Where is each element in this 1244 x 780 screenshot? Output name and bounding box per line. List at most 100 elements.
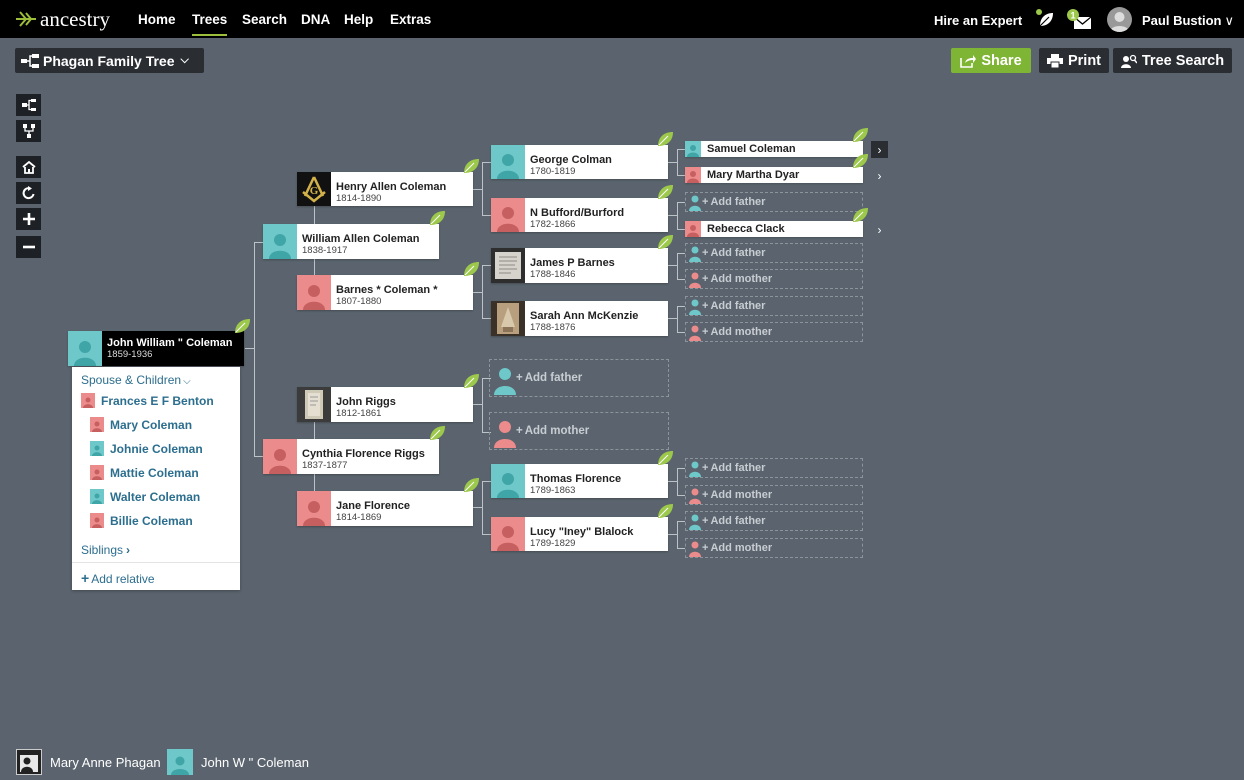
spouse-name: Frances E F Benton	[101, 393, 214, 408]
person-years: 1807-1880	[336, 296, 382, 307]
nav-search[interactable]: Search	[242, 12, 287, 27]
expand-ancestors-button[interactable]: ›	[871, 167, 888, 184]
connector	[473, 189, 482, 190]
pedigree-view-button[interactable]	[16, 94, 41, 116]
child-link[interactable]: Mattie Coleman	[90, 465, 199, 480]
messages-icon[interactable]: 1	[1067, 9, 1093, 34]
person-card-grandmother[interactable]: Barnes * Coleman * 1807-1880	[297, 275, 473, 310]
person-years: 1859-1936	[107, 349, 153, 360]
print-label: Print	[1067, 52, 1102, 69]
ancestry-logo[interactable]: ancestry	[14, 6, 110, 32]
zoom-out-button[interactable]	[16, 236, 41, 258]
nav-extras[interactable]: Extras	[390, 12, 431, 27]
expand-ancestors-button[interactable]: ›	[871, 141, 888, 158]
child-link[interactable]: Mary Coleman	[90, 417, 192, 432]
person-search-icon	[1120, 54, 1137, 68]
zoom-in-button[interactable]	[16, 208, 41, 230]
print-button[interactable]: Print	[1039, 48, 1109, 73]
person-card-father[interactable]: William Allen Coleman 1838-1917	[263, 224, 439, 259]
hint-leaf-icon[interactable]	[656, 503, 674, 519]
person-card-gen5[interactable]: Mary Martha Dyar	[685, 167, 863, 183]
hire-expert-link[interactable]: Hire an Expert	[934, 13, 1022, 28]
add-father-button[interactable]: + Add father	[685, 511, 863, 531]
hint-leaf-icon[interactable]	[462, 261, 480, 277]
add-father-button[interactable]: + Add father	[685, 243, 863, 263]
person-card-great-grandmother[interactable]: Lucy "Iney" Blalock 1789-1829	[491, 517, 668, 551]
add-relative-button[interactable]: + Add relative	[81, 570, 155, 586]
current-person-link[interactable]: John W " Coleman	[167, 749, 309, 775]
person-card-grandfather[interactable]: John Riggs 1812-1861	[297, 387, 473, 422]
person-silhouette-icon	[263, 224, 297, 259]
person-years: 1812-1861	[336, 408, 382, 419]
hint-leaf-icon[interactable]	[462, 158, 480, 174]
siblings-link[interactable]: Siblings ›	[81, 543, 130, 557]
person-card-great-grandfather[interactable]: Thomas Florence 1789-1863	[491, 464, 668, 498]
person-card-grandfather[interactable]: G Henry Allen Coleman 1814-1890	[297, 172, 473, 206]
hint-leaf-icon[interactable]	[428, 425, 446, 441]
male-silhouette-icon	[90, 489, 104, 504]
hint-leaf-icon[interactable]	[462, 477, 480, 493]
hint-leaf-icon[interactable]	[233, 318, 251, 334]
person-card-great-grandmother[interactable]: N Bufford/Burford 1782-1866	[491, 198, 668, 232]
hint-leaf-icon[interactable]	[851, 207, 869, 223]
add-mother-button[interactable]: + Add mother	[685, 485, 863, 505]
expand-ancestors-button[interactable]: ›	[871, 221, 888, 238]
hint-leaf-icon[interactable]	[656, 131, 674, 147]
connector	[677, 468, 685, 469]
connector	[314, 206, 315, 224]
hint-leaf-icon[interactable]	[656, 184, 674, 200]
child-link[interactable]: Walter Coleman	[90, 489, 200, 504]
share-button[interactable]: Share	[951, 48, 1031, 73]
reset-view-button[interactable]	[16, 182, 41, 204]
add-father-button[interactable]: + Add father	[685, 458, 863, 478]
hint-leaf-icon[interactable]	[428, 210, 446, 226]
person-name: N Bufford/Burford	[530, 207, 625, 219]
person-years: 1838-1917	[302, 245, 348, 256]
add-mother-label: Add mother	[710, 326, 773, 338]
spouse-children-toggle[interactable]: Spouse & Children ⌵	[81, 373, 191, 387]
add-father-button[interactable]: + Add father	[489, 359, 669, 397]
user-avatar[interactable]	[1107, 7, 1132, 32]
user-menu[interactable]: Paul Bustion ∨	[1142, 13, 1234, 29]
printer-icon	[1046, 53, 1063, 68]
nav-home[interactable]: Home	[138, 12, 176, 27]
person-silhouette-icon	[685, 141, 701, 157]
person-card-gen5[interactable]: Rebecca Clack	[685, 221, 863, 237]
hint-leaf-icon[interactable]	[851, 153, 869, 169]
hint-leaf-icon[interactable]	[656, 234, 674, 250]
home-person-button[interactable]	[16, 156, 41, 178]
hint-leaf-icon[interactable]	[462, 373, 480, 389]
person-card-great-grandfather[interactable]: George Colman 1780-1819	[491, 145, 668, 179]
tree-search-button[interactable]: Tree Search	[1113, 48, 1232, 73]
child-link[interactable]: Billie Coleman	[90, 513, 193, 528]
hints-leaf-icon[interactable]	[1036, 9, 1056, 32]
add-mother-button[interactable]: + Add mother	[489, 412, 669, 450]
add-mother-button[interactable]: + Add mother	[685, 538, 863, 558]
person-card-great-grandmother[interactable]: Sarah Ann McKenzie 1788-1876	[491, 301, 668, 336]
person-card-mother[interactable]: Cynthia Florence Riggs 1837-1877	[263, 439, 439, 474]
hint-leaf-icon[interactable]	[656, 450, 674, 466]
connector	[314, 474, 315, 491]
person-card-grandmother[interactable]: Jane Florence 1814-1869	[297, 491, 473, 526]
spouse-link[interactable]: Frances E F Benton	[81, 393, 214, 408]
child-link[interactable]: Johnie Coleman	[90, 441, 203, 456]
focus-person-card[interactable]: John William " Coleman 1859-1936	[68, 331, 244, 366]
person-name: George Colman	[530, 154, 612, 166]
home-person-link[interactable]: Mary Anne Phagan	[16, 749, 161, 775]
plus-icon: +	[702, 326, 709, 338]
add-mother-button[interactable]: + Add mother	[685, 322, 863, 342]
nav-dna[interactable]: DNA	[301, 12, 330, 27]
person-name: Mary Martha Dyar	[707, 169, 800, 181]
hint-leaf-icon[interactable]	[851, 127, 869, 143]
nav-trees[interactable]: Trees	[192, 12, 228, 36]
person-card-gen5[interactable]: Samuel Coleman	[685, 141, 863, 157]
tree-selector[interactable]: Phagan Family Tree ⌵	[15, 48, 204, 73]
add-father-button[interactable]: + Add father	[685, 192, 863, 212]
person-card-great-grandfather[interactable]: James P Barnes 1788-1846	[491, 248, 668, 283]
family-view-button[interactable]	[16, 120, 41, 142]
nav-help[interactable]: Help	[344, 12, 373, 27]
person-photo	[491, 301, 525, 336]
connector	[677, 548, 685, 549]
add-father-button[interactable]: + Add father	[685, 296, 863, 316]
add-mother-button[interactable]: + Add mother	[685, 269, 863, 289]
